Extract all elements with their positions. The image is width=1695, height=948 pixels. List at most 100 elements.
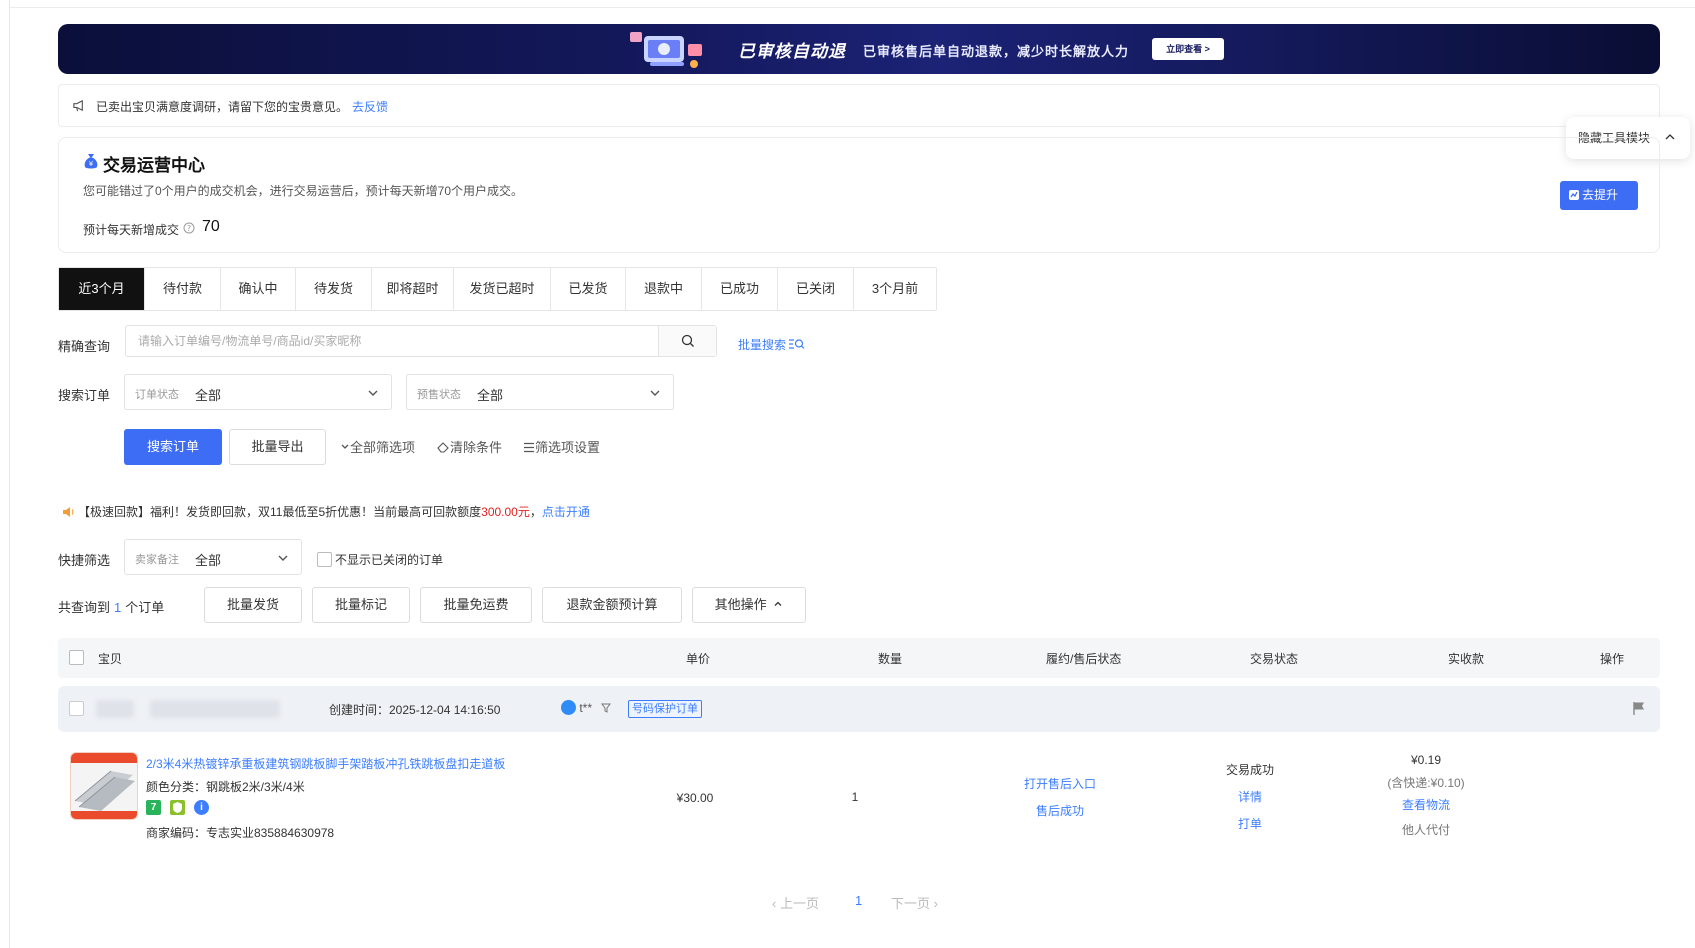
batch-ship-button[interactable]: 批量发货 xyxy=(204,587,302,623)
result-prefix: 共查询到 xyxy=(58,600,111,615)
search-button[interactable] xyxy=(658,326,716,356)
tab-confirming[interactable]: 确认中 xyxy=(221,268,296,310)
promo-text: 【极速回款】福利！发货即回款，双11最低至5折优惠！当前最高可回款额度 xyxy=(78,505,482,519)
tab-before-3-months[interactable]: 3个月前 xyxy=(854,268,936,310)
batch-free-shipping-button[interactable]: 批量免运费 xyxy=(420,587,532,623)
all-filters-label: 全部筛选项 xyxy=(350,440,416,455)
order-status-value: 全部 xyxy=(195,388,222,403)
aftersale-success-link[interactable]: 售后成功 xyxy=(1010,802,1110,819)
seven-day-return-icon[interactable]: 7 xyxy=(146,800,161,815)
estimate-label: 预计每天新增成交 xyxy=(83,223,180,237)
chevron-down-icon xyxy=(650,390,660,396)
order-status-select[interactable]: 订单状态 全部 xyxy=(124,374,392,410)
received-amount: ¥0.19 xyxy=(1410,753,1442,767)
result-suffix: 个订单 xyxy=(125,600,165,615)
tab-pending-payment[interactable]: 待付款 xyxy=(145,268,221,310)
improve-button-label: 去提升 xyxy=(1582,188,1619,202)
current-page[interactable]: 1 xyxy=(855,893,862,908)
tab-shipped[interactable]: 已发货 xyxy=(551,268,626,310)
wangwang-icon[interactable] xyxy=(561,700,576,715)
result-count-number: 1 xyxy=(114,600,122,615)
select-all-checkbox[interactable] xyxy=(69,650,84,665)
product-sku: 颜色分类：钢跳板2米/3米/4米 xyxy=(146,780,305,794)
product-thumbnail[interactable] xyxy=(70,752,138,820)
tab-shipping-timeout[interactable]: 发货已超时 xyxy=(454,268,551,310)
other-actions-button[interactable]: 其他操作 xyxy=(692,587,806,623)
tab-about-to-timeout[interactable]: 即将超时 xyxy=(372,268,454,310)
tab-pending-shipment[interactable]: 待发货 xyxy=(296,268,372,310)
prev-page-label: 上一页 xyxy=(779,896,819,911)
money-bag-icon: ¥ xyxy=(84,154,98,169)
order-search-label: 搜索订单 xyxy=(58,388,111,403)
speaker-icon xyxy=(63,507,74,517)
banner-title: 已审核自动退 xyxy=(738,42,846,61)
megaphone-icon xyxy=(73,99,83,112)
fast-payout-promo: 【极速回款】福利！发货即回款，双11最低至5折优惠！当前最高可回款额度300.0… xyxy=(62,503,590,520)
chevron-down-icon xyxy=(368,390,378,396)
header-item: 宝贝 xyxy=(98,652,123,666)
svg-text:¥: ¥ xyxy=(89,160,94,168)
trade-status: 交易成功 xyxy=(1225,763,1274,777)
filter-settings-label: 筛选项设置 xyxy=(535,440,601,455)
tab-closed[interactable]: 已关闭 xyxy=(778,268,854,310)
exact-search-box xyxy=(125,325,717,357)
proxy-payment-label: 他人代付 xyxy=(1401,823,1450,837)
next-page-button[interactable]: 下一页 › xyxy=(891,893,938,912)
page-number: 1 xyxy=(855,893,863,908)
tab-recent-3-months[interactable]: 近3个月 xyxy=(59,268,145,310)
order-detail-link[interactable]: 详情 xyxy=(1210,788,1290,805)
hide-closed-orders-checkbox[interactable]: 不显示已关闭的订单 xyxy=(317,551,443,568)
flag-icon[interactable] xyxy=(1632,701,1646,716)
feedback-link[interactable]: 去反馈 xyxy=(352,100,388,114)
banner-view-button[interactable]: 立即查看 > xyxy=(1152,38,1224,60)
improve-button[interactable]: 去提升 xyxy=(1560,181,1638,210)
prev-page-button[interactable]: ‹ 上一页 xyxy=(772,893,819,912)
refund-precalc-button[interactable]: 退款金额预计算 xyxy=(542,587,682,623)
tab-succeeded[interactable]: 已成功 xyxy=(702,268,778,310)
view-logistics-link[interactable]: 查看物流 xyxy=(1386,796,1466,813)
steel-plank-image xyxy=(71,753,137,819)
order-header-row: 创建时间：2025-12-04 14:16:50 t** 号码保护订单 xyxy=(58,686,1660,732)
search-orders-button[interactable]: 搜索订单 xyxy=(124,429,222,465)
all-filters-toggle[interactable]: 全部筛选项 xyxy=(340,437,415,456)
batch-search-link[interactable]: 批量搜索 xyxy=(738,336,805,353)
clear-conditions-button[interactable]: 清除条件 xyxy=(437,437,502,456)
header-aftersale: 履约/售后状态 xyxy=(1046,652,1122,666)
buyer-nickname[interactable]: t** xyxy=(561,700,612,715)
chevron-up-icon xyxy=(774,601,782,606)
promo-open-link[interactable]: 点击开通 xyxy=(542,505,590,519)
item-price: ¥30.00 xyxy=(676,791,714,805)
tab-refunding[interactable]: 退款中 xyxy=(626,268,702,310)
print-order-link[interactable]: 打单 xyxy=(1210,815,1290,832)
notice-message: 已卖出宝贝满意度调研，请留下您的宝贵意见。 xyxy=(96,100,349,114)
merchant-code: 商家编码：专志实业835884630978 xyxy=(146,826,335,840)
header-price: 单价 xyxy=(686,652,711,666)
presale-status-label: 预售状态 xyxy=(417,389,461,401)
orders-table-header: 宝贝 单价 数量 履约/售后状态 交易状态 实收款 操作 xyxy=(58,638,1660,678)
product-title-link[interactable]: 2/3米4米热镀锌承重板建筑钢跳板脚手架踏板冲孔铁跳板盘扣走道板 xyxy=(146,755,505,772)
promo-banner[interactable]: 已审核自动退 已审核售后单自动退款，减少时长解放人力 立即查看 > xyxy=(58,24,1660,74)
menu-icon xyxy=(524,442,534,453)
guarantee-icon[interactable] xyxy=(170,800,185,815)
seller-remark-select[interactable]: 卖家备注 全部 xyxy=(124,539,302,575)
result-count: 共查询到 1 个订单 xyxy=(58,597,164,616)
list-search-icon xyxy=(789,339,805,349)
filter-settings-button[interactable]: 筛选项设置 xyxy=(523,437,600,456)
seller-remark-value: 全部 xyxy=(195,553,222,568)
search-input[interactable] xyxy=(126,326,658,356)
filter-icon[interactable] xyxy=(601,703,612,713)
checkbox[interactable] xyxy=(317,552,332,567)
presale-status-select[interactable]: 预售状态 全部 xyxy=(406,374,674,410)
order-created-time: 创建时间：2025-12-04 14:16:50 xyxy=(329,703,501,717)
trade-ops-center: ¥ 交易运营中心 您可能错过了0个用户的成交机会，进行交易运营后，预计每天新增7… xyxy=(58,137,1660,253)
open-aftersale-link[interactable]: 打开售后入口 xyxy=(1010,775,1110,792)
info-icon[interactable]: i xyxy=(194,800,209,815)
header-trade-status: 交易状态 xyxy=(1250,652,1299,666)
feedback-notice: 已卖出宝贝满意度调研，请留下您的宝贵意见。 去反馈 xyxy=(58,84,1660,127)
batch-export-button[interactable]: 批量导出 xyxy=(229,429,326,465)
batch-mark-button[interactable]: 批量标记 xyxy=(312,587,410,623)
order-checkbox[interactable] xyxy=(69,701,84,716)
question-icon[interactable]: ? xyxy=(183,222,195,234)
quick-filter-label: 快捷筛选 xyxy=(58,553,111,568)
estimate-value: 70 xyxy=(202,218,220,235)
